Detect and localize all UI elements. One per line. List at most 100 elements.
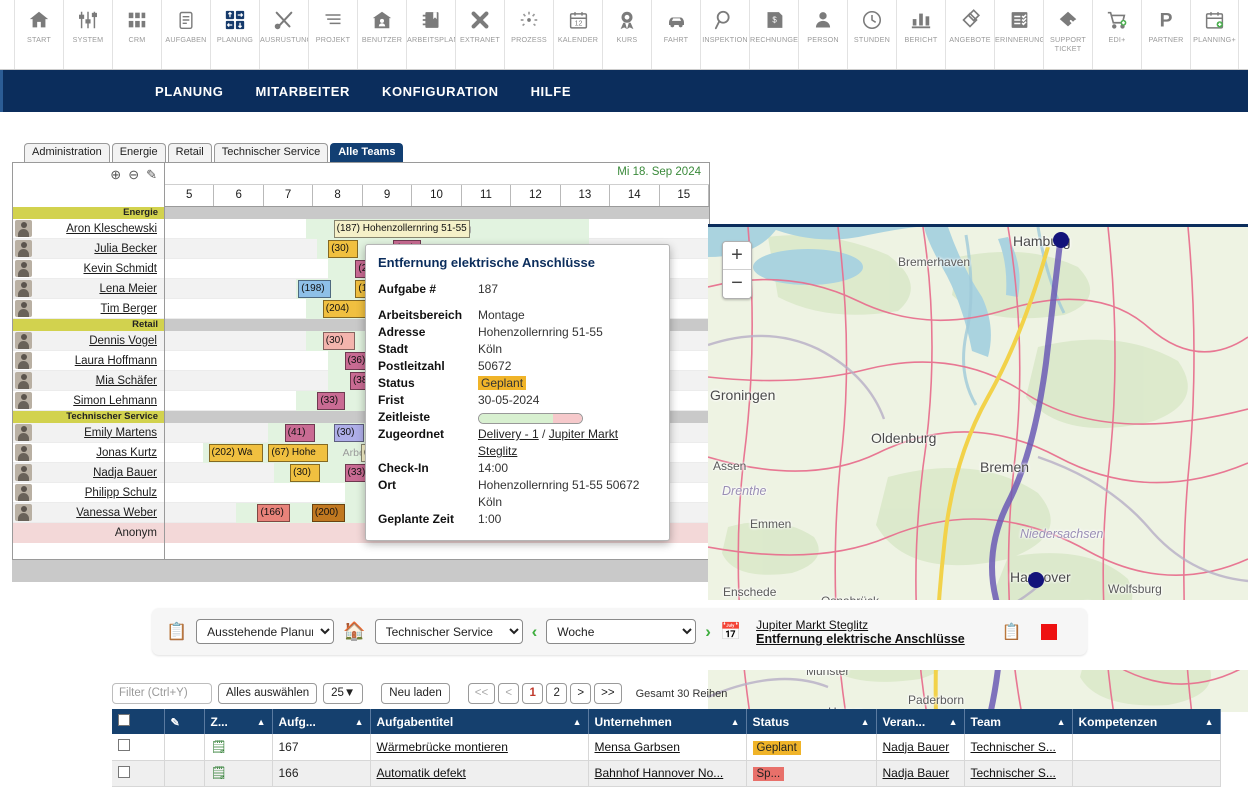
team-tab-retail[interactable]: Retail <box>167 143 212 162</box>
resource-row[interactable]: Laura Hoffmann <box>13 351 164 371</box>
toolbar-item-kalender[interactable]: 12 KALENDER <box>553 0 602 69</box>
team-tab-technischer-service[interactable]: Technischer Service <box>213 143 329 162</box>
resource-row[interactable]: Emily Martens <box>13 423 164 443</box>
sort-ascending-icon[interactable]: ▲ <box>355 717 364 727</box>
gantt-task-block[interactable]: (30) <box>333 424 364 442</box>
toolbar-item-crm[interactable]: CRM <box>112 0 161 69</box>
resource-row[interactable]: Tim Berger <box>13 299 164 319</box>
gantt-task-block[interactable]: (30) <box>322 332 356 350</box>
toolbar-item-partner[interactable]: P PARTNER <box>1141 0 1190 69</box>
color-swatch[interactable] <box>1040 623 1057 640</box>
map-pin-hannover[interactable] <box>1028 572 1044 588</box>
selected-task-link[interactable]: Entfernung elektrische Anschlüsse <box>756 632 965 646</box>
toolbar-item-projekt[interactable]: PROJEKT <box>308 0 357 69</box>
toolbar-item-bericht[interactable]: BERICHT <box>896 0 945 69</box>
row-checkbox[interactable] <box>118 765 130 778</box>
pager-next[interactable]: > <box>570 683 592 704</box>
resource-name[interactable]: Tim Berger <box>36 303 164 315</box>
gantt-task-block[interactable]: (30) <box>328 240 359 258</box>
resource-name[interactable]: Kevin Schmidt <box>36 263 164 275</box>
gantt-task-block[interactable]: (33) <box>317 392 345 410</box>
responsible-link[interactable]: Nadja Bauer <box>883 740 950 754</box>
document-plus-icon[interactable]: 🗒 <box>211 765 228 780</box>
resource-row[interactable]: Dennis Vogel <box>13 331 164 351</box>
toolbar-item-arbeitsplan[interactable]: ARBEITSPLAN <box>406 0 455 69</box>
resource-name[interactable]: Laura Hoffmann <box>36 355 164 367</box>
gantt-task-block[interactable]: (198) <box>298 280 331 298</box>
toolbar-item-edi-[interactable]: EDI+ <box>1092 0 1141 69</box>
toolbar-item-rechnungen[interactable]: $ RECHNUNGEN <box>749 0 798 69</box>
gantt-task-block[interactable]: (41) <box>284 424 315 442</box>
nav-item-konfiguration[interactable]: KONFIGURATION <box>382 84 499 99</box>
team-link[interactable]: Technischer S... <box>971 740 1056 754</box>
toolbar-item-erinnerung[interactable]: ERINNERUNG <box>994 0 1043 69</box>
pager-page-1[interactable]: 1 <box>522 683 544 704</box>
toolbar-item-benutzer[interactable]: BENUTZER <box>357 0 406 69</box>
table-header-select-all[interactable] <box>112 709 165 734</box>
resource-row[interactable]: Jonas Kurtz <box>13 443 164 463</box>
sort-ascending-icon[interactable]: ▲ <box>573 717 582 727</box>
filter-input[interactable]: Filter (Ctrl+Y) <box>112 683 212 704</box>
resource-name[interactable]: Julia Becker <box>36 243 164 255</box>
resource-name[interactable]: Aron Kleschewski <box>36 223 164 235</box>
sort-ascending-icon[interactable]: ▲ <box>1205 717 1214 727</box>
document-plus-icon[interactable]: 🗒 <box>211 739 228 754</box>
period-select[interactable]: WocheTagMonat <box>546 619 697 644</box>
toolbar-item-stunden[interactable]: STUNDEN <box>847 0 896 69</box>
select-all-checkbox[interactable] <box>118 714 130 726</box>
toolbar-item-planung[interactable]: PLANUNG <box>210 0 259 69</box>
table-header-unternehmen[interactable]: Unternehmen ▲ <box>588 709 747 734</box>
table-row[interactable]: 🗒 166 Automatik defekt Bahnhof Hannover No.… <box>112 760 1221 787</box>
resource-name[interactable]: Philipp Schulz <box>36 487 164 499</box>
table-header-aufgabentitel[interactable]: Aufgabentitel ▲ <box>370 709 589 734</box>
pager-last[interactable]: >> <box>594 683 622 704</box>
table-header-status[interactable]: Status ▲ <box>746 709 877 734</box>
resource-row[interactable]: Philipp Schulz <box>13 483 164 503</box>
task-title-link[interactable]: Automatik defekt <box>377 766 466 780</box>
toolbar-item-support-ticket[interactable]: SUPPORT TICKET <box>1043 0 1092 69</box>
task-title-link[interactable]: Wärmebrücke montieren <box>377 740 508 754</box>
pager-first[interactable]: << <box>467 683 496 704</box>
page-size-button[interactable]: 25▼ <box>323 683 364 704</box>
document-plus-icon[interactable]: 📋 <box>1002 622 1022 642</box>
toolbar-item-start[interactable]: START <box>14 0 63 69</box>
select-all-button[interactable]: Alles auswählen <box>218 683 318 704</box>
tooltip-delivery-link[interactable]: Delivery - 1 <box>478 427 539 441</box>
company-link[interactable]: Mensa Garbsen <box>595 740 680 754</box>
resource-row[interactable]: Lena Meier <box>13 279 164 299</box>
zoom-in-icon[interactable]: ⊕ <box>110 168 121 181</box>
map-zoom-in-button[interactable]: + <box>723 242 751 270</box>
toolbar-item-kurs[interactable]: KURS <box>602 0 651 69</box>
toolbar-item-planning-[interactable]: PLANNING+ <box>1190 0 1239 69</box>
edit-icon[interactable]: ✎ <box>146 168 157 181</box>
timeline-row[interactable]: Arbeitstag(187) Hohenzollernring 51-55 <box>165 219 709 239</box>
table-header-z-[interactable]: Z... ▲ <box>204 709 273 734</box>
nav-item-mitarbeiter[interactable]: MITARBEITER <box>255 84 349 99</box>
pending-planning-select[interactable]: Ausstehende Planung <box>196 619 335 644</box>
gantt-task-block[interactable]: (166) <box>257 504 291 522</box>
resource-row[interactable]: Nadja Bauer <box>13 463 164 483</box>
row-checkbox[interactable] <box>118 739 130 752</box>
table-header-veran-[interactable]: Veran... ▲ <box>876 709 965 734</box>
nav-item-planung[interactable]: PLANUNG <box>155 84 223 99</box>
resource-name[interactable]: Vanessa Weber <box>36 507 164 519</box>
toolbar-item-aufgaben[interactable]: AUFGABEN <box>161 0 210 69</box>
toolbar-item-prozess[interactable]: PROZESS <box>504 0 553 69</box>
team-tab-energie[interactable]: Energie <box>111 143 166 162</box>
pager-page-2[interactable]: 2 <box>546 683 568 704</box>
resource-row[interactable]: Julia Becker <box>13 239 164 259</box>
resource-row[interactable]: Kevin Schmidt <box>13 259 164 279</box>
team-link[interactable]: Technischer S... <box>971 766 1056 780</box>
prev-period-button[interactable]: ‹ <box>532 622 538 642</box>
sort-ascending-icon[interactable]: ▲ <box>861 717 870 727</box>
resource-name[interactable]: Nadja Bauer <box>36 467 164 479</box>
table-header-blank[interactable]: ✎ <box>164 709 205 734</box>
gantt-task-block[interactable]: (200) <box>311 504 345 522</box>
table-header-team[interactable]: Team ▲ <box>964 709 1073 734</box>
toolbar-item-system[interactable]: SYSTEM <box>63 0 112 69</box>
table-row[interactable]: 🗒 167 Wärmebrücke montieren Mensa Garbsen Ge… <box>112 734 1221 761</box>
team-tab-alle-teams[interactable]: Alle Teams <box>330 143 404 162</box>
company-link[interactable]: Bahnhof Hannover No... <box>595 766 724 780</box>
responsible-link[interactable]: Nadja Bauer <box>883 766 950 780</box>
map-zoom-out-button[interactable]: − <box>723 270 751 298</box>
